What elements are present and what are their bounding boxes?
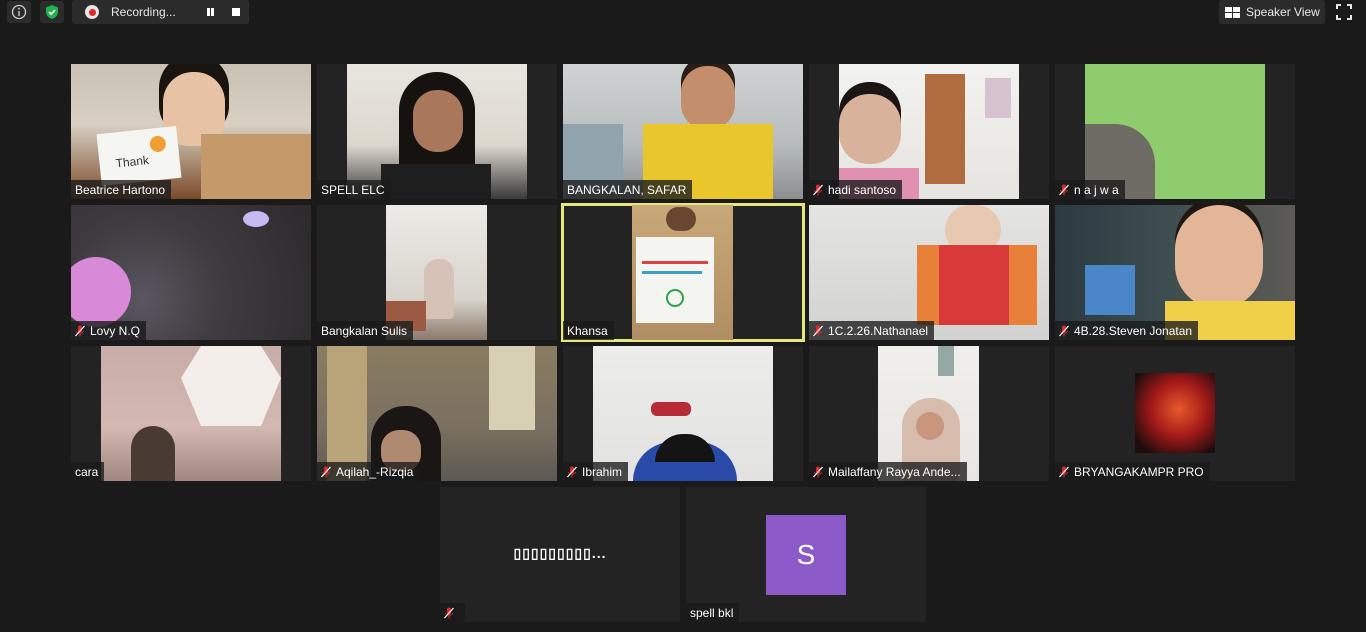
video-tile[interactable]: S spell bkl bbox=[686, 487, 926, 622]
participant-name: hadi santoso bbox=[828, 182, 897, 197]
video-tile[interactable]: Thank Beatrice Hartono bbox=[71, 64, 311, 199]
participant-video bbox=[878, 346, 979, 481]
participant-name: Aqilah_-Rizqia bbox=[336, 464, 414, 479]
stop-recording-button[interactable] bbox=[232, 8, 240, 16]
participant-name-tag: 4B.28.Steven Jonatan bbox=[1055, 321, 1199, 340]
participant-video bbox=[593, 346, 773, 481]
info-icon[interactable] bbox=[7, 1, 31, 23]
participant-name: Ibrahim bbox=[582, 464, 623, 479]
participant-name: 1C.2.26.Nathanael bbox=[828, 323, 929, 338]
muted-mic-icon bbox=[75, 325, 85, 336]
participant-video bbox=[809, 205, 1049, 340]
participant-name-tag: 1C.2.26.Nathanael bbox=[809, 321, 935, 340]
speaker-view-icon bbox=[1225, 6, 1240, 18]
participant-name-tag: BANGKALAN, SAFAR bbox=[563, 180, 693, 199]
video-tile[interactable]: SPELL ELC bbox=[317, 64, 557, 199]
participant-name-tag: Mailaffany Rayya Ande... bbox=[809, 462, 967, 481]
participant-name: 4B.28.Steven Jonatan bbox=[1074, 323, 1193, 338]
profile-picture bbox=[1135, 373, 1215, 453]
participant-name-tag: Bangkalan Sulis bbox=[317, 321, 414, 340]
video-tile[interactable]: BRYANGAKAMPR PRO bbox=[1055, 346, 1295, 481]
participant-name-tag: Lovy N.Q bbox=[71, 321, 147, 340]
muted-mic-icon bbox=[444, 607, 454, 618]
video-tile-active-speaker[interactable]: Khansa bbox=[561, 203, 805, 342]
meeting-top-bar: Recording... Speaker View bbox=[0, 0, 1366, 26]
participant-name: n a j w a bbox=[1074, 182, 1119, 197]
participant-name: Beatrice Hartono bbox=[75, 182, 166, 197]
participant-name-tag bbox=[440, 603, 465, 622]
participant-video bbox=[71, 205, 311, 340]
muted-mic-icon bbox=[1059, 325, 1069, 336]
speaker-view-button[interactable]: Speaker View bbox=[1219, 0, 1325, 24]
avatar: S bbox=[766, 515, 846, 595]
video-tile[interactable]: Aqilah_-Rizqia bbox=[317, 346, 557, 481]
muted-mic-icon bbox=[813, 184, 823, 195]
video-tile[interactable]: Bangkalan Sulis bbox=[317, 205, 557, 340]
participant-name: Khansa bbox=[567, 323, 608, 338]
video-tile[interactable]: 1C.2.26.Nathanael bbox=[809, 205, 1049, 340]
participant-video bbox=[386, 205, 487, 340]
participant-name-tag: hadi santoso bbox=[809, 180, 903, 199]
recording-dot-icon bbox=[85, 5, 99, 19]
video-tile[interactable]: ▯▯▯▯▯▯▯▯▯... bbox=[440, 487, 680, 622]
participant-video bbox=[563, 64, 803, 199]
participant-video bbox=[1055, 205, 1295, 340]
participant-video bbox=[101, 346, 281, 481]
video-tile[interactable]: BANGKALAN, SAFAR bbox=[563, 64, 803, 199]
participant-name: SPELL ELC bbox=[321, 182, 385, 197]
muted-mic-icon bbox=[567, 466, 577, 477]
video-tile[interactable]: n a j w a bbox=[1055, 64, 1295, 199]
speaker-view-label: Speaker View bbox=[1246, 5, 1320, 19]
video-tile[interactable]: 4B.28.Steven Jonatan bbox=[1055, 205, 1295, 340]
participant-name: cara bbox=[75, 464, 99, 479]
participant-name: BANGKALAN, SAFAR bbox=[567, 182, 687, 197]
participant-video bbox=[839, 64, 1019, 199]
recording-indicator: Recording... bbox=[72, 0, 249, 24]
muted-mic-icon bbox=[1059, 466, 1069, 477]
muted-mic-icon bbox=[321, 466, 331, 477]
participant-name-tag: spell bkl bbox=[686, 603, 740, 622]
video-tile[interactable]: Mailaffany Rayya Ande... bbox=[809, 346, 1049, 481]
participant-name-tag: SPELL ELC bbox=[317, 180, 391, 199]
video-tile[interactable]: Ibrahim bbox=[563, 346, 803, 481]
participant-name-tag: Khansa bbox=[563, 321, 614, 340]
participant-name-tag: Aqilah_-Rizqia bbox=[317, 462, 420, 481]
participant-video bbox=[347, 64, 527, 199]
participant-name: spell bkl bbox=[690, 605, 734, 620]
participant-name-tag: Ibrahim bbox=[563, 462, 629, 481]
participant-name: Lovy N.Q bbox=[90, 323, 141, 338]
muted-mic-icon bbox=[813, 325, 823, 336]
participant-video bbox=[632, 205, 733, 340]
participant-video bbox=[1085, 64, 1265, 199]
recording-label: Recording... bbox=[111, 5, 176, 19]
participant-name-tag: n a j w a bbox=[1055, 180, 1125, 199]
encryption-shield-icon[interactable] bbox=[40, 1, 64, 23]
video-tile[interactable]: hadi santoso bbox=[809, 64, 1049, 199]
participant-name-tag: Beatrice Hartono bbox=[71, 180, 172, 199]
participant-video bbox=[317, 346, 557, 481]
participant-name: BRYANGAKAMPR PRO bbox=[1074, 464, 1204, 479]
participant-name: Mailaffany Rayya Ande... bbox=[828, 464, 961, 479]
participant-display-name: ▯▯▯▯▯▯▯▯▯... bbox=[513, 545, 607, 561]
participant-name-tag: BRYANGAKAMPR PRO bbox=[1055, 462, 1210, 481]
pause-recording-button[interactable] bbox=[204, 6, 216, 18]
participant-video: Thank bbox=[71, 64, 311, 199]
thank-card-text: Thank bbox=[114, 153, 150, 171]
muted-mic-icon bbox=[813, 466, 823, 477]
muted-mic-icon bbox=[1059, 184, 1069, 195]
participant-name: Bangkalan Sulis bbox=[321, 323, 408, 338]
video-tile[interactable]: cara bbox=[71, 346, 311, 481]
participant-name-tag: cara bbox=[71, 462, 105, 481]
fullscreen-icon[interactable] bbox=[1336, 4, 1352, 20]
video-tile[interactable]: Lovy N.Q bbox=[71, 205, 311, 340]
